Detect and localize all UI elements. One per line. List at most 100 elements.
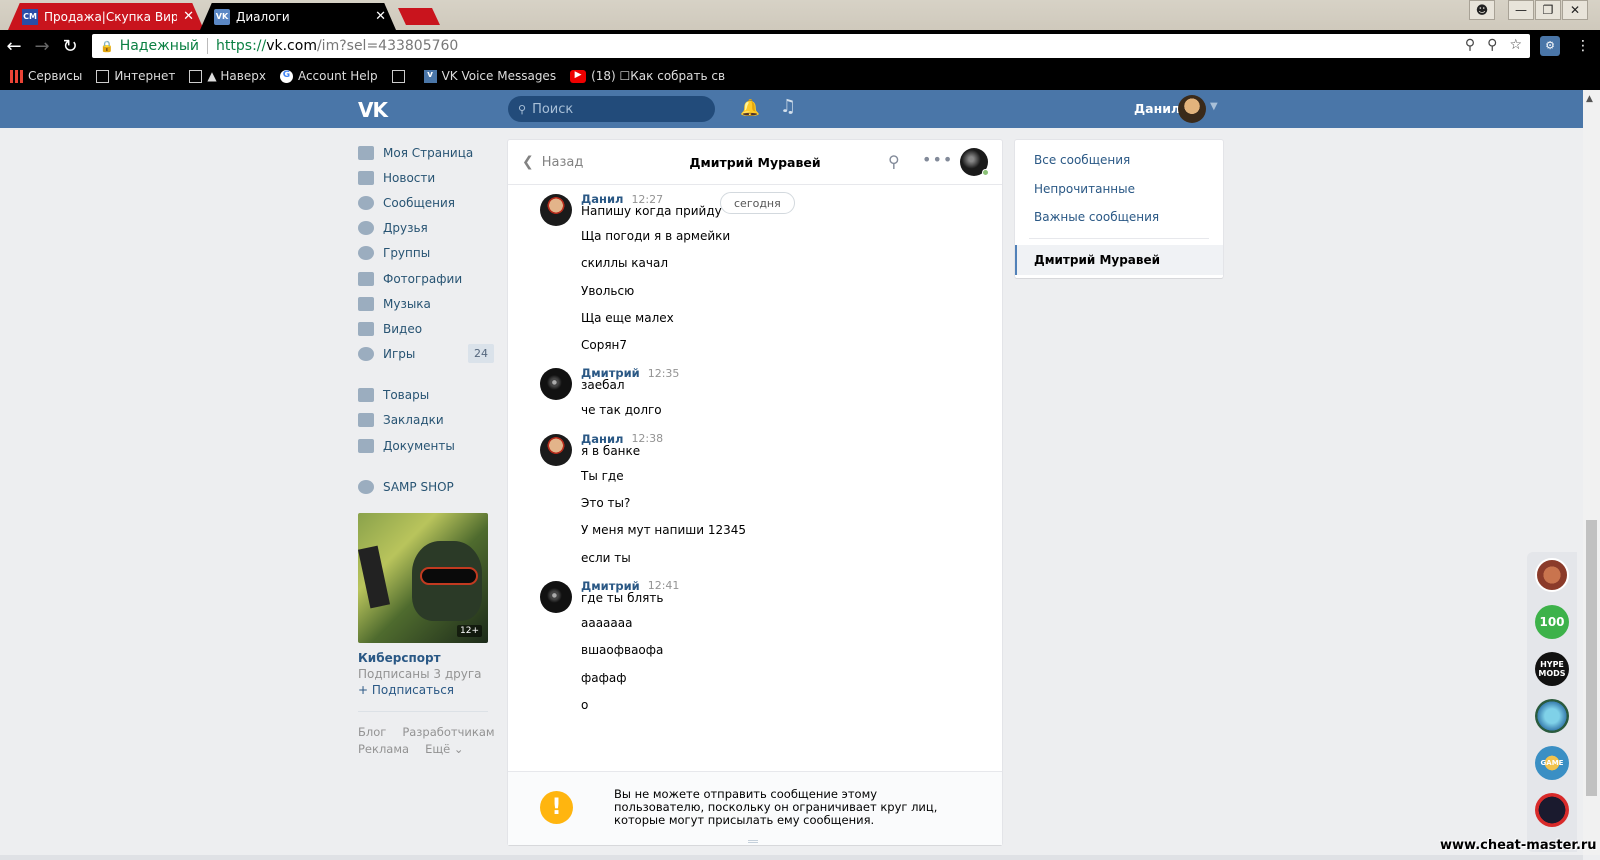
sword-app-icon[interactable] <box>1535 699 1569 733</box>
address-bar[interactable]: 🔒 Надежный https:// vk.com /im?sel=43380… <box>92 34 1530 58</box>
minimize-icon[interactable]: — <box>1508 0 1534 20</box>
bookmark-star-icon[interactable]: ☆ <box>1509 37 1522 53</box>
reload-icon[interactable]: ↻ <box>56 36 84 57</box>
vk-header: VK ⚲ Поиск 🔔 ♫ Данил ▼ <box>0 90 1600 128</box>
star-icon <box>358 413 374 428</box>
steam-app-icon[interactable] <box>1535 793 1569 827</box>
message-text: о <box>581 697 589 712</box>
bookmark-item[interactable]: Сервисы <box>10 69 82 83</box>
browser-menu-icon[interactable]: ⋮ <box>1576 38 1590 54</box>
avatar[interactable] <box>540 194 572 226</box>
bookmark-item[interactable]: ▲ Наверх <box>189 69 266 83</box>
restore-icon[interactable]: ❐ <box>1535 0 1561 20</box>
groups-icon <box>358 246 374 261</box>
sidebar-item-samp-shop[interactable]: SAMP SHOP <box>358 474 498 499</box>
footer-link-ads[interactable]: Реклама <box>358 741 409 758</box>
promo-image[interactable]: 12+ <box>358 513 488 644</box>
search-icon[interactable]: ⚲ <box>888 152 900 171</box>
message-text: ааааааа <box>581 615 633 630</box>
forward-arrow-icon[interactable]: → <box>28 36 56 57</box>
close-window-icon[interactable]: ✕ <box>1562 0 1588 20</box>
cannot-send-notice: Вы не можете отправить сообщение этому п… <box>614 787 938 827</box>
scroll-up-icon[interactable]: ▲ <box>1586 94 1593 104</box>
page-icon <box>96 69 110 83</box>
filter-important[interactable]: Важные сообщения <box>1015 203 1223 232</box>
more-dots-icon[interactable]: ••• <box>922 150 953 169</box>
back-arrow-icon[interactable]: ← <box>0 36 28 57</box>
chevron-down-icon[interactable]: ▼ <box>1210 101 1218 112</box>
active-conversation-item[interactable]: Дмитрий Муравей <box>1015 244 1223 275</box>
message-text: Ты где <box>581 468 624 483</box>
subscribe-button[interactable]: + Подписаться <box>358 683 498 697</box>
bookmark-item[interactable] <box>391 69 410 83</box>
back-button[interactable]: ❮ Назад <box>522 154 583 170</box>
left-footer-links: Блог Разработчикам Реклама Ещё ⌄ <box>358 724 498 758</box>
avatar[interactable] <box>540 433 572 466</box>
film-icon <box>358 321 374 336</box>
sidebar-item-friends[interactable]: Друзья <box>358 216 498 241</box>
new-tab-button[interactable] <box>398 8 440 25</box>
apps-icon <box>10 69 23 83</box>
interlocutor-avatar[interactable] <box>960 148 989 176</box>
close-tab-icon[interactable]: ✕ <box>375 9 386 24</box>
bookmark-item[interactable]: v VK Voice Messages <box>423 69 556 83</box>
fox-app-icon[interactable] <box>1535 558 1569 592</box>
zoom-icon[interactable]: ⚲ <box>1465 37 1475 53</box>
avatar[interactable] <box>540 580 572 613</box>
page-icon <box>189 69 203 83</box>
close-tab-icon[interactable]: ✕ <box>183 9 194 24</box>
footer-link-developers[interactable]: Разработчикам <box>402 724 494 741</box>
music-note-icon[interactable]: ♫ <box>780 96 796 117</box>
avatar[interactable] <box>540 368 572 401</box>
browser-tab[interactable]: CM Продажа|Скупка Вирт... ✕ <box>8 3 204 30</box>
bookmark-item[interactable]: Интернет <box>96 69 175 83</box>
sidebar-item-my-page[interactable]: Моя Страница <box>358 140 498 165</box>
vk-logo[interactable]: VK <box>358 98 388 122</box>
search-input[interactable]: ⚲ Поиск <box>508 96 715 122</box>
message-group: Дмитрий 12:35 заебал че так долго <box>508 360 1002 425</box>
header-avatar[interactable] <box>1178 95 1206 123</box>
sidebar-item-music[interactable]: Музыка <box>358 291 498 316</box>
filter-unread[interactable]: Непрочитанные <box>1015 175 1223 204</box>
page-icon <box>391 69 405 83</box>
message-text: Сорян7 <box>581 338 628 353</box>
friend-icon <box>358 221 374 236</box>
pin-icon[interactable]: ⚲ <box>1487 37 1497 53</box>
message-text: Ща погоди я в армейки <box>581 229 731 243</box>
url-scheme: https:// <box>216 38 267 54</box>
sidebar-item-documents[interactable]: Документы <box>358 433 498 458</box>
browser-tab-bar: CM Продажа|Скупка Вирт... ✕ VK Диалоги ✕… <box>0 0 1600 30</box>
game-app-icon[interactable]: GAME <box>1535 746 1569 780</box>
sidebar-item-bookmarks[interactable]: Закладки <box>358 408 498 433</box>
bookmark-item[interactable]: ▶ (18) ☐Как собрать св <box>570 69 725 83</box>
notifications-bell-icon[interactable]: 🔔 <box>740 98 760 117</box>
sidebar-item-games[interactable]: Игры 24 <box>358 342 498 367</box>
sidebar-item-groups[interactable]: Группы <box>358 241 498 266</box>
footer-link-more[interactable]: Ещё ⌄ <box>425 741 463 758</box>
message-text: У меня мут напиши 12345 <box>581 523 747 538</box>
message-text: Ща еще малех <box>581 310 674 325</box>
sidebar-item-messages[interactable]: Сообщения <box>358 190 498 215</box>
message-history[interactable]: Данил 12:27 Напишу когда прийду Ща погод… <box>508 186 1002 766</box>
dialog-footer: ! Вы не можете отправить сообщение этому… <box>508 771 1002 845</box>
sidebar-item-photos[interactable]: Фотографии <box>358 266 498 291</box>
sidebar-item-goods[interactable]: Товары <box>358 383 498 408</box>
promo-title[interactable]: Киберспорт <box>358 651 498 665</box>
profile-icon[interactable]: ☻ <box>1469 0 1495 20</box>
divider <box>1029 237 1209 239</box>
browser-tab-active[interactable]: VK Диалоги ✕ <box>200 3 396 30</box>
message-time: 12:35 <box>647 366 680 380</box>
sidebar-item-news[interactable]: Новости <box>358 165 498 190</box>
tab-title: Диалоги <box>236 9 290 24</box>
hundred-app-icon[interactable]: 100 <box>1535 605 1569 639</box>
hype-mods-app-icon[interactable]: HYPE MODS <box>1535 652 1569 686</box>
sidebar-item-video[interactable]: Видео <box>358 316 498 341</box>
bookmark-item[interactable]: G Account Help <box>279 69 378 83</box>
header-user-name[interactable]: Данил <box>1134 101 1180 116</box>
resize-grip-icon[interactable] <box>748 840 758 843</box>
lock-icon: 🔒 <box>100 39 114 53</box>
scrollbar-thumb[interactable] <box>1586 520 1597 796</box>
filter-all-messages[interactable]: Все сообщения <box>1015 146 1223 175</box>
extension-icon[interactable]: ⚙ <box>1540 36 1560 56</box>
footer-link-blog[interactable]: Блог <box>358 724 386 741</box>
